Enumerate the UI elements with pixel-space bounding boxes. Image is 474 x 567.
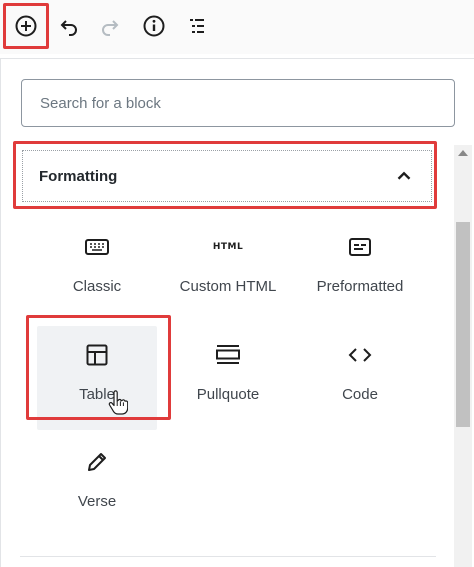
- preformatted-icon: [349, 238, 371, 256]
- redo-button[interactable]: [93, 9, 127, 43]
- block-preformatted[interactable]: Preformatted: [300, 218, 420, 322]
- block-navigation-button[interactable]: [180, 9, 214, 43]
- section-highlight: [13, 141, 437, 209]
- block-label: Code: [342, 386, 378, 403]
- keyboard-icon: [85, 239, 109, 255]
- block-custom-html[interactable]: HTML Custom HTML: [168, 218, 288, 322]
- redo-icon: [102, 20, 119, 36]
- info-icon: [143, 15, 165, 37]
- pencil-icon: [88, 453, 106, 471]
- hand-cursor-icon: [108, 390, 128, 415]
- block-pullquote[interactable]: Pullquote: [168, 326, 288, 430]
- block-label: Classic: [72, 278, 122, 295]
- editor-toolbar: [0, 0, 474, 54]
- undo-button[interactable]: [52, 9, 86, 43]
- panel-border: [0, 58, 1, 567]
- list-outline-icon: [190, 19, 204, 33]
- block-label: Verse: [77, 493, 117, 510]
- scrollbar-thumb[interactable]: [456, 222, 470, 427]
- block-search-input[interactable]: [21, 79, 455, 127]
- block-verse[interactable]: Verse: [37, 433, 157, 537]
- table-highlight: [26, 315, 171, 420]
- section-divider: [20, 556, 436, 557]
- scroll-up-arrow-icon[interactable]: [458, 150, 468, 156]
- block-label: Preformatted: [316, 278, 404, 295]
- plus-circle-icon: [15, 15, 37, 37]
- info-button[interactable]: [137, 9, 171, 43]
- block-label: Custom HTML: [179, 278, 277, 295]
- block-label: Pullquote: [196, 386, 260, 403]
- undo-icon: [60, 20, 77, 36]
- pullquote-icon: [216, 345, 240, 364]
- html-icon: HTML: [212, 242, 244, 252]
- add-block-button[interactable]: [9, 9, 43, 43]
- block-code[interactable]: Code: [300, 326, 420, 430]
- code-icon: [348, 348, 372, 362]
- block-classic[interactable]: Classic: [37, 218, 157, 322]
